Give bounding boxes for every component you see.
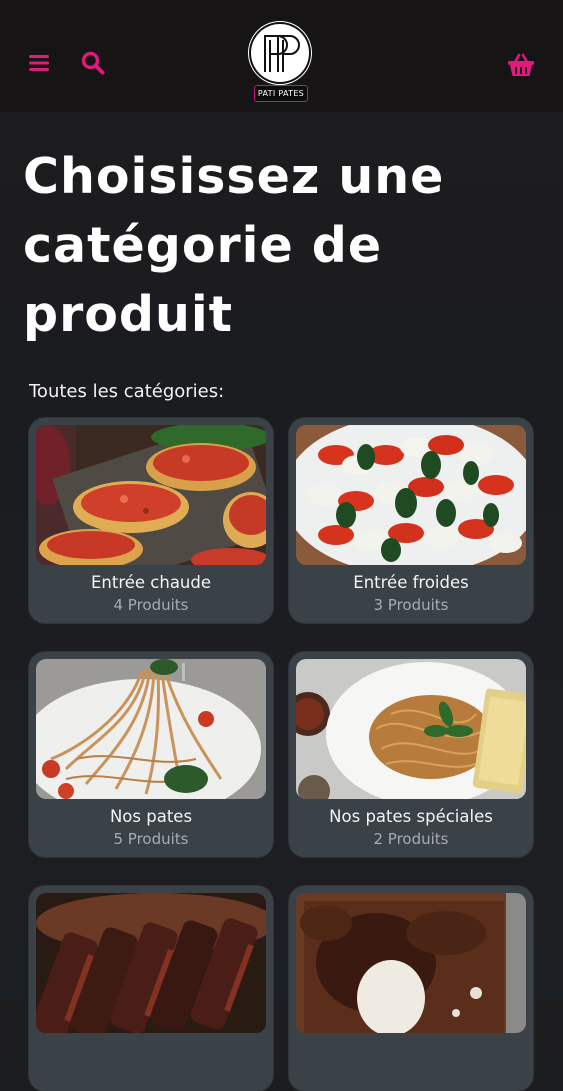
app-header: PATI PATES [0,0,563,112]
brand-logo[interactable]: PATI PATES [248,24,314,102]
category-count: 3 Produits [373,596,449,614]
logo-monogram-icon [264,35,300,72]
category-image [296,659,526,799]
menu-icon[interactable] [28,52,50,74]
category-image [36,893,266,1033]
category-card-nos-pates[interactable]: Nos pates 5 Produits [29,652,273,857]
category-count: 2 Produits [373,830,449,848]
logo-badge: PATI PATES [254,85,308,102]
page-title: Choisissez une catégorie de produit [23,148,445,343]
category-card-entree-froides[interactable]: Entrée froides 3 Produits [289,418,533,623]
category-image [296,893,526,1033]
category-count: 5 Produits [113,830,189,848]
category-name: Entrée froides [353,573,469,592]
category-count: 4 Produits [113,596,189,614]
basket-icon[interactable] [507,52,535,78]
search-icon[interactable] [80,50,106,76]
category-name: Entrée chaude [90,573,212,592]
category-image [36,659,266,799]
section-label: Toutes les catégories: [29,381,225,402]
category-name: Nos pates [109,807,193,826]
category-image [296,425,526,565]
category-card-5[interactable] [29,886,273,1091]
category-card-entree-chaude[interactable]: Entrée chaude 4 Produits [29,418,273,623]
category-name: Nos pates spéciales [329,807,493,826]
logo-emblem [251,24,309,82]
category-card-6[interactable] [289,886,533,1091]
category-card-nos-pates-speciales[interactable]: Nos pates spéciales 2 Produits [289,652,533,857]
category-image [36,425,266,565]
